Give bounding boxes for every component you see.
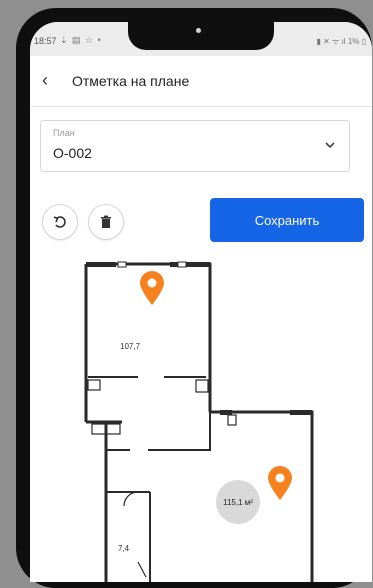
undo-button[interactable] [42,204,78,240]
save-button[interactable]: Сохранить [210,198,364,242]
map-pin-icon[interactable] [138,270,166,306]
page-title: Отметка на плане [72,73,190,89]
battery-icon: ▯ [359,37,366,46]
battery-level: 1% [347,37,360,46]
map-pin-icon[interactable] [266,465,294,501]
camera-notch [128,22,274,50]
back-arrow-icon[interactable]: ‹ [42,70,48,90]
undo-icon [53,216,66,228]
notification-icons: ⇣ ▤ ☆ • [60,35,102,45]
camera-dot [196,28,201,33]
trash-icon [101,215,111,228]
plan-walls [84,262,314,582]
plan-dropdown-label: План [53,128,75,138]
screen: 18:57 ⇣ ▤ ☆ • ▮ ✕ ᯤ ıl 1% ▯ ‹ Отметка на… [30,22,372,582]
app-bar: ‹ Отметка на плане [30,56,372,107]
plan-dropdown-value: О-002 [53,145,92,161]
room-area-label: 7,4 [118,544,130,553]
status-right: ▮ ✕ ᯤ ıl 1% ▯ [317,36,367,47]
plan-dropdown[interactable]: План О-002 [40,120,350,172]
phone-frame: 18:57 ⇣ ▤ ☆ • ▮ ✕ ᯤ ıl 1% ▯ ‹ Отметка на… [16,8,372,588]
room-area-badge: 115,1 м² [216,480,260,524]
signal-icons: ▮ ✕ ᯤ ıl [316,37,348,46]
delete-button[interactable] [88,204,124,240]
chevron-down-icon [325,142,335,149]
small-fixtures [87,379,237,578]
floor-plan[interactable] [30,252,372,582]
room-area-label: 107,7 [120,342,141,351]
status-time: 18:57 [34,36,57,46]
